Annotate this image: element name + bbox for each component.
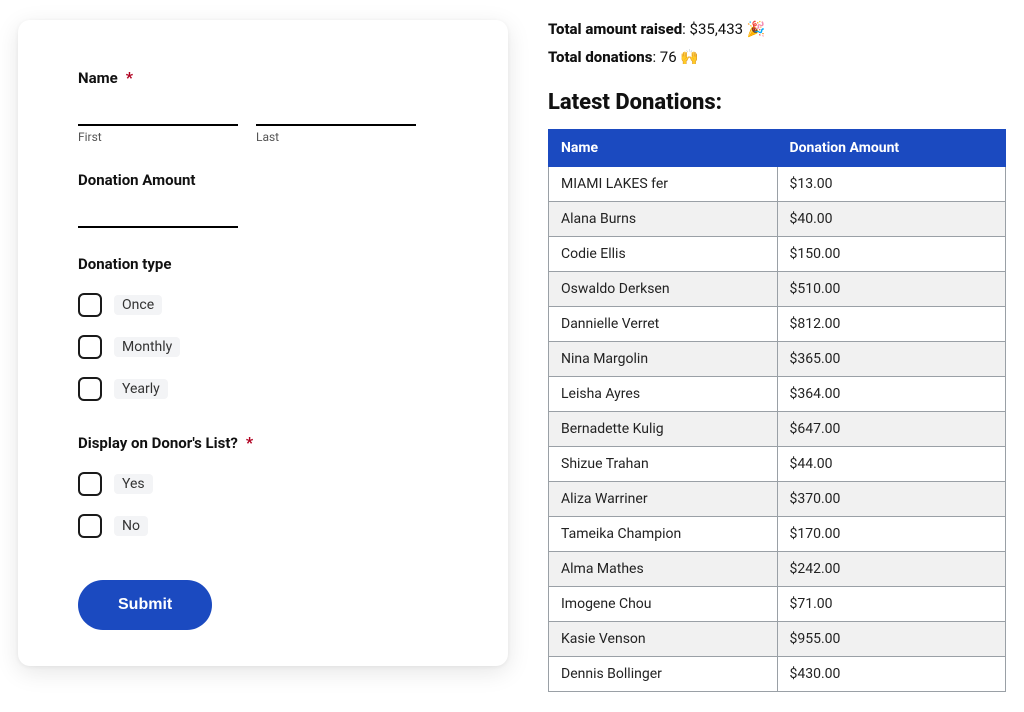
donor-name-cell: Nina Margolin	[549, 342, 778, 377]
table-row: Codie Ellis$150.00	[549, 237, 1006, 272]
donation-type-option-label: Monthly	[114, 337, 180, 357]
donation-amount-cell: $150.00	[777, 237, 1006, 272]
table-row: Imogene Chou$71.00	[549, 587, 1006, 622]
donor-name-cell: Tameika Champion	[549, 517, 778, 552]
table-row: Nina Margolin$365.00	[549, 342, 1006, 377]
donation-type-option-label: Yearly	[114, 379, 168, 399]
donation-form-card: Name * First Last Donation Amount	[18, 20, 508, 666]
total-donations-label: Total donations	[548, 48, 652, 66]
donor-name-cell: Kasie Venson	[549, 622, 778, 657]
display-donor-options: Yes No	[78, 466, 448, 544]
checkbox-icon[interactable]	[78, 377, 102, 401]
table-row: Shizue Trahan$44.00	[549, 447, 1006, 482]
column-header-amount: Donation Amount	[777, 130, 1006, 167]
donor-name-cell: Dennis Bollinger	[549, 657, 778, 692]
latest-donations-heading: Latest Donations:	[548, 90, 1006, 115]
donations-table: Name Donation Amount MIAMI LAKES fer$13.…	[548, 129, 1006, 692]
donor-name-cell: Alana Burns	[549, 202, 778, 237]
display-donor-label: Display on Donor's List?	[78, 434, 238, 452]
submit-button[interactable]: Submit	[78, 580, 212, 630]
total-raised-stat: Total amount raised: $35,433 🎉	[548, 20, 1006, 38]
first-name-input[interactable]	[78, 101, 238, 126]
table-row: MIAMI LAKES fer$13.00	[549, 167, 1006, 202]
display-donor-option[interactable]: Yes	[78, 466, 448, 502]
table-row: Alana Burns$40.00	[549, 202, 1006, 237]
donation-type-option[interactable]: Monthly	[78, 329, 448, 365]
donation-amount-cell: $370.00	[777, 482, 1006, 517]
total-donations-value: 76	[660, 48, 677, 66]
last-name-input[interactable]	[256, 101, 416, 126]
table-row: Bernadette Kulig$647.00	[549, 412, 1006, 447]
table-row: Dennis Bollinger$430.00	[549, 657, 1006, 692]
table-row: Oswaldo Derksen$510.00	[549, 272, 1006, 307]
donation-amount-cell: $647.00	[777, 412, 1006, 447]
donation-amount-cell: $812.00	[777, 307, 1006, 342]
amount-label: Donation Amount	[78, 171, 195, 189]
amount-field-group: Donation Amount	[78, 170, 448, 228]
donor-name-cell: Alma Mathes	[549, 552, 778, 587]
donor-name-cell: Shizue Trahan	[549, 447, 778, 482]
donation-amount-cell: $955.00	[777, 622, 1006, 657]
donor-name-cell: Aliza Warriner	[549, 482, 778, 517]
hands-emoji: 🙌	[680, 48, 699, 66]
donation-type-option[interactable]: Once	[78, 287, 448, 323]
total-raised-value: $35,433	[690, 20, 744, 38]
donation-type-label: Donation type	[78, 255, 171, 273]
display-donor-option[interactable]: No	[78, 508, 448, 544]
donor-name-cell: Oswaldo Derksen	[549, 272, 778, 307]
donor-name-cell: MIAMI LAKES fer	[549, 167, 778, 202]
donation-amount-cell: $510.00	[777, 272, 1006, 307]
donation-amount-cell: $40.00	[777, 202, 1006, 237]
donation-amount-cell: $365.00	[777, 342, 1006, 377]
donation-amount-cell: $364.00	[777, 377, 1006, 412]
donation-amount-cell: $170.00	[777, 517, 1006, 552]
donor-name-cell: Bernadette Kulig	[549, 412, 778, 447]
last-name-sublabel: Last	[256, 130, 416, 144]
donation-amount-cell: $13.00	[777, 167, 1006, 202]
name-label: Name	[78, 69, 118, 87]
donation-amount-cell: $430.00	[777, 657, 1006, 692]
checkbox-icon[interactable]	[78, 514, 102, 538]
donation-type-option[interactable]: Yearly	[78, 371, 448, 407]
donation-amount-cell: $71.00	[777, 587, 1006, 622]
celebration-emoji: 🎉	[747, 20, 766, 38]
name-field-group: Name * First Last	[78, 68, 448, 144]
total-raised-label: Total amount raised	[548, 20, 682, 38]
table-row: Kasie Venson$955.00	[549, 622, 1006, 657]
total-donations-stat: Total donations: 76 🙌	[548, 48, 1006, 66]
column-header-name: Name	[549, 130, 778, 167]
donation-amount-cell: $242.00	[777, 552, 1006, 587]
checkbox-icon[interactable]	[78, 335, 102, 359]
donor-name-cell: Leisha Ayres	[549, 377, 778, 412]
checkbox-icon[interactable]	[78, 472, 102, 496]
display-donor-option-label: Yes	[114, 474, 153, 494]
checkbox-icon[interactable]	[78, 293, 102, 317]
display-required-asterisk: *	[246, 433, 253, 452]
display-donor-group: Display on Donor's List? * Yes No	[78, 433, 448, 544]
donation-type-options: Once Monthly Yearly	[78, 287, 448, 407]
donor-name-cell: Imogene Chou	[549, 587, 778, 622]
name-required-asterisk: *	[126, 68, 133, 87]
donation-type-option-label: Once	[114, 295, 162, 315]
donor-name-cell: Codie Ellis	[549, 237, 778, 272]
donor-name-cell: Dannielle Verret	[549, 307, 778, 342]
first-name-sublabel: First	[78, 130, 238, 144]
donation-amount-input[interactable]	[78, 203, 238, 228]
donation-type-group: Donation type Once Monthly Yearly	[78, 254, 448, 407]
table-row: Dannielle Verret$812.00	[549, 307, 1006, 342]
donation-amount-cell: $44.00	[777, 447, 1006, 482]
display-donor-option-label: No	[114, 516, 148, 536]
table-row: Aliza Warriner$370.00	[549, 482, 1006, 517]
table-row: Leisha Ayres$364.00	[549, 377, 1006, 412]
table-row: Tameika Champion$170.00	[549, 517, 1006, 552]
table-row: Alma Mathes$242.00	[549, 552, 1006, 587]
